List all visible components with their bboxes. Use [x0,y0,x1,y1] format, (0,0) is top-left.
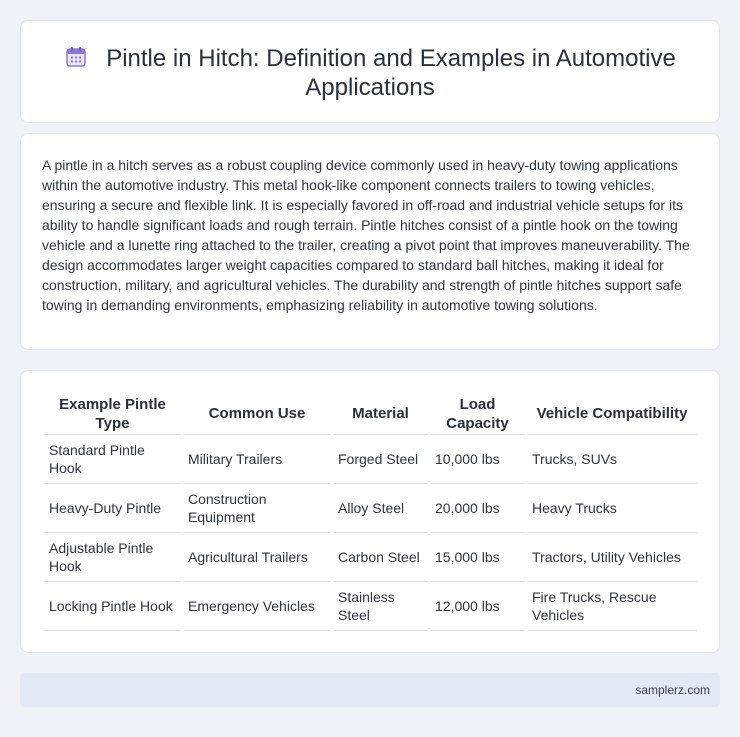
page-title: Pintle in Hitch: Definition and Examples… [21,44,719,102]
pintle-types-table: Example Pintle Type Common Use Material … [42,393,699,631]
table-cell: Fire Trucks, Rescue Vehicles [527,582,697,631]
table-row: Standard Pintle Hook Military Trailers F… [44,435,697,484]
table-cell: Emergency Vehicles [183,582,331,631]
table-cell: Trucks, SUVs [527,435,697,484]
table-cell: 20,000 lbs [430,484,525,533]
table-cell: 10,000 lbs [430,435,525,484]
column-header-material: Material [333,393,428,435]
description-text: A pintle in a hitch serves as a robust c… [42,157,690,313]
table-cell: 12,000 lbs [430,582,525,631]
table-cell: 15,000 lbs [430,533,525,582]
table-card: Example Pintle Type Common Use Material … [20,370,720,653]
table-row: Heavy-Duty Pintle Construction Equipment… [44,484,697,533]
footer-bar: samplerz.com [20,673,720,707]
table-cell: Forged Steel [333,435,428,484]
table-cell: Military Trailers [183,435,331,484]
table-row: Adjustable Pintle Hook Agricultural Trai… [44,533,697,582]
calendar-icon [64,45,88,69]
column-header-type: Example Pintle Type [44,393,181,435]
table-cell: Heavy Trucks [527,484,697,533]
column-header-compatibility: Vehicle Compatibility [527,393,697,435]
table-cell: Alloy Steel [333,484,428,533]
page-title-text: Pintle in Hitch: Definition and Examples… [106,45,676,101]
table-cell: Standard Pintle Hook [44,435,181,484]
column-header-use: Common Use [183,393,331,435]
table-header-row: Example Pintle Type Common Use Material … [44,393,697,435]
table-row: Locking Pintle Hook Emergency Vehicles S… [44,582,697,631]
footer-site-link[interactable]: samplerz.com [635,683,710,697]
table-cell: Locking Pintle Hook [44,582,181,631]
table-cell: Carbon Steel [333,533,428,582]
title-card: Pintle in Hitch: Definition and Examples… [20,20,720,123]
table-cell: Stainless Steel [333,582,428,631]
table-cell: Agricultural Trailers [183,533,331,582]
table-cell: Construction Equipment [183,484,331,533]
description-card: A pintle in a hitch serves as a robust c… [20,133,720,350]
column-header-capacity: Load Capacity [430,393,525,435]
table-cell: Adjustable Pintle Hook [44,533,181,582]
table-cell: Heavy-Duty Pintle [44,484,181,533]
table-cell: Tractors, Utility Vehicles [527,533,697,582]
